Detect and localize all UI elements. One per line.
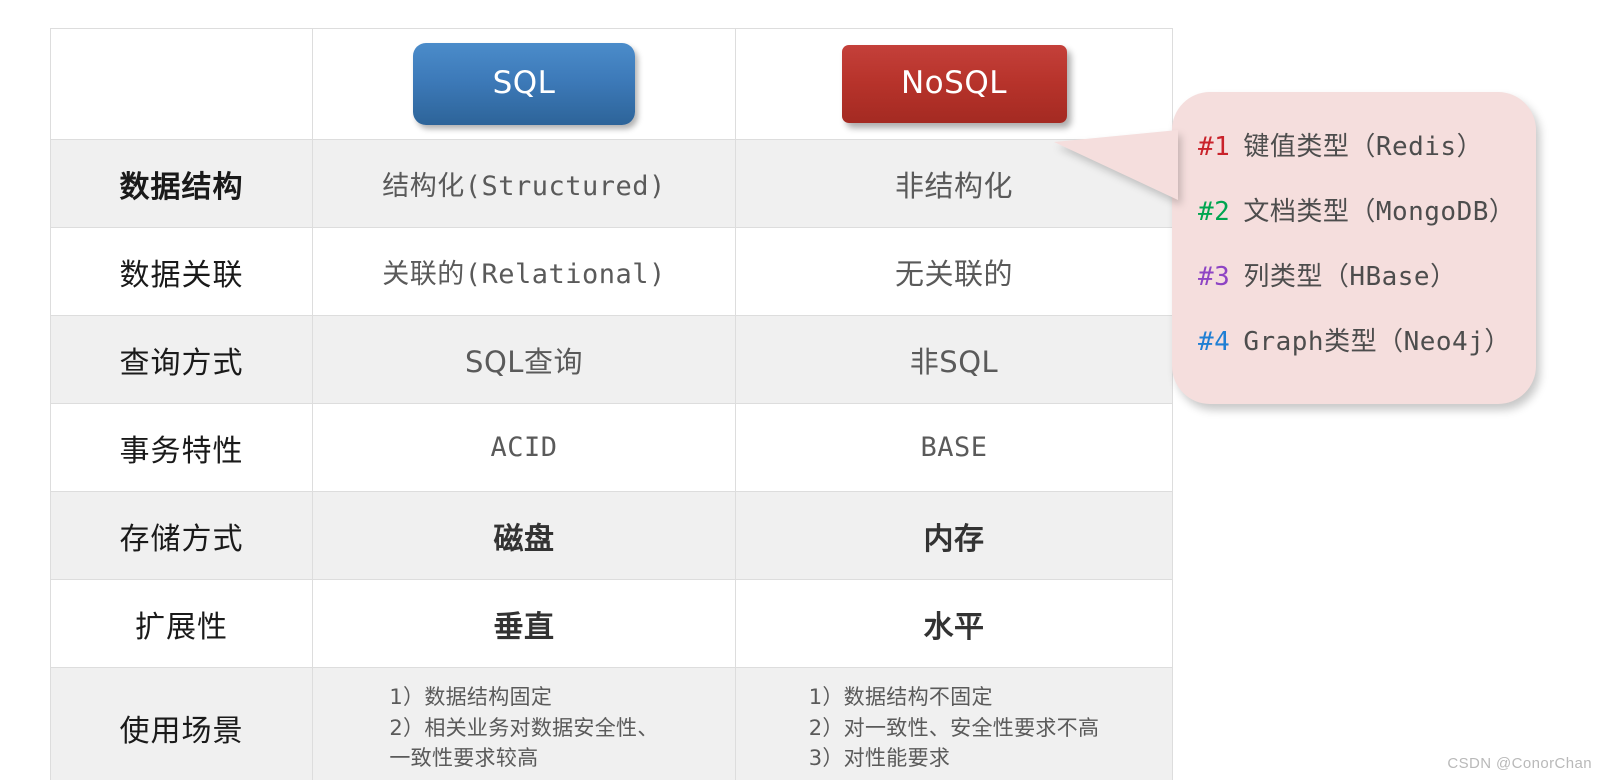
csdn-watermark: CSDN @ConorChan	[1447, 755, 1592, 772]
row-label-scalability: 扩展性	[50, 579, 313, 668]
callout-label-3: 列类型（HBase）	[1243, 262, 1457, 292]
sql-usecase-list: 1）数据结构固定 2）相关业务对数据安全性、 一致性要求较高	[389, 682, 658, 773]
list-item: 1）数据结构不固定	[808, 685, 993, 710]
list-item: 2）相关业务对数据安全性、	[389, 715, 659, 740]
list-item: #3 列类型（HBase）	[1198, 256, 1536, 293]
callout-number-1: #1	[1198, 132, 1231, 162]
table-row: 查询方式 SQL查询 非SQL	[50, 315, 1173, 404]
list-item: 2）对一致性、安全性要求不高	[808, 715, 1100, 740]
header-cell-sql: SQL	[312, 28, 736, 140]
table-row: 数据结构 结构化(Structured) 非结构化	[50, 139, 1173, 228]
nosql-types-callout: #1 键值类型（Redis） #2 文档类型（MongoDB） #3 列类型（H…	[1054, 92, 1536, 404]
row-label-query-method: 查询方式	[50, 315, 313, 404]
cell-sql-query-method: SQL查询	[312, 315, 736, 404]
list-item: 3）对性能要求	[808, 746, 951, 771]
callout-label-4: Graph类型（Neo4j）	[1243, 327, 1511, 357]
cell-sql-scalability: 垂直	[312, 579, 736, 668]
slide-canvas: SQL NoSQL 数据结构 结构化(Structured) 非结构化 数据关联…	[0, 0, 1606, 780]
callout-number-2: #2	[1198, 197, 1231, 227]
callout-number-4: #4	[1198, 327, 1231, 357]
list-item: #2 文档类型（MongoDB）	[1198, 191, 1536, 228]
callout-pointer-tail	[1054, 130, 1178, 200]
nosql-badge: NoSQL	[841, 45, 1067, 123]
row-label-usecase: 使用场景	[50, 667, 313, 780]
cell-sql-storage: 磁盘	[312, 491, 736, 580]
list-item: #1 键值类型（Redis）	[1198, 126, 1536, 163]
cell-nosql-data-relation: 无关联的	[735, 227, 1173, 316]
cell-nosql-query-method: 非SQL	[735, 315, 1173, 404]
row-label-data-relation: 数据关联	[50, 227, 313, 316]
table-header-row: SQL NoSQL	[50, 28, 1173, 140]
header-cell-nosql: NoSQL	[735, 28, 1173, 140]
cell-nosql-usecase: 1）数据结构不固定 2）对一致性、安全性要求不高 3）对性能要求	[735, 667, 1173, 780]
nosql-usecase-list: 1）数据结构不固定 2）对一致性、安全性要求不高 3）对性能要求	[809, 682, 1100, 773]
sql-vs-nosql-comparison-table: SQL NoSQL 数据结构 结构化(Structured) 非结构化 数据关联…	[50, 28, 1173, 780]
callout-bubble-body: #1 键值类型（Redis） #2 文档类型（MongoDB） #3 列类型（H…	[1054, 92, 1536, 404]
cell-nosql-storage: 内存	[735, 491, 1173, 580]
cell-sql-data-relation: 关联的(Relational)	[312, 227, 736, 316]
cell-sql-transaction: ACID	[312, 403, 736, 492]
table-row-usecase: 使用场景 1）数据结构固定 2）相关业务对数据安全性、 一致性要求较高 1）数据…	[50, 667, 1173, 780]
table-row: 数据关联 关联的(Relational) 无关联的	[50, 227, 1173, 316]
header-empty-cell	[50, 28, 313, 140]
table-row: 事务特性 ACID BASE	[50, 403, 1173, 492]
callout-label-2: 文档类型（MongoDB）	[1243, 197, 1516, 227]
sql-badge: SQL	[413, 43, 635, 125]
list-item: 一致性要求较高	[389, 746, 539, 771]
row-label-transaction: 事务特性	[50, 403, 313, 492]
cell-nosql-transaction: BASE	[735, 403, 1173, 492]
cell-sql-usecase: 1）数据结构固定 2）相关业务对数据安全性、 一致性要求较高	[312, 667, 736, 780]
list-item: 1）数据结构固定	[389, 685, 553, 710]
cell-sql-data-structure: 结构化(Structured)	[312, 139, 736, 228]
table-row: 扩展性 垂直 水平	[50, 579, 1173, 668]
callout-number-3: #3	[1198, 262, 1231, 292]
row-label-storage: 存储方式	[50, 491, 313, 580]
table-row: 存储方式 磁盘 内存	[50, 491, 1173, 580]
row-label-data-structure: 数据结构	[50, 139, 313, 228]
callout-label-1: 键值类型（Redis）	[1243, 132, 1484, 162]
callout-item-list: #1 键值类型（Redis） #2 文档类型（MongoDB） #3 列类型（H…	[1172, 92, 1536, 358]
list-item: #4 Graph类型（Neo4j）	[1198, 321, 1536, 358]
cell-nosql-scalability: 水平	[735, 579, 1173, 668]
